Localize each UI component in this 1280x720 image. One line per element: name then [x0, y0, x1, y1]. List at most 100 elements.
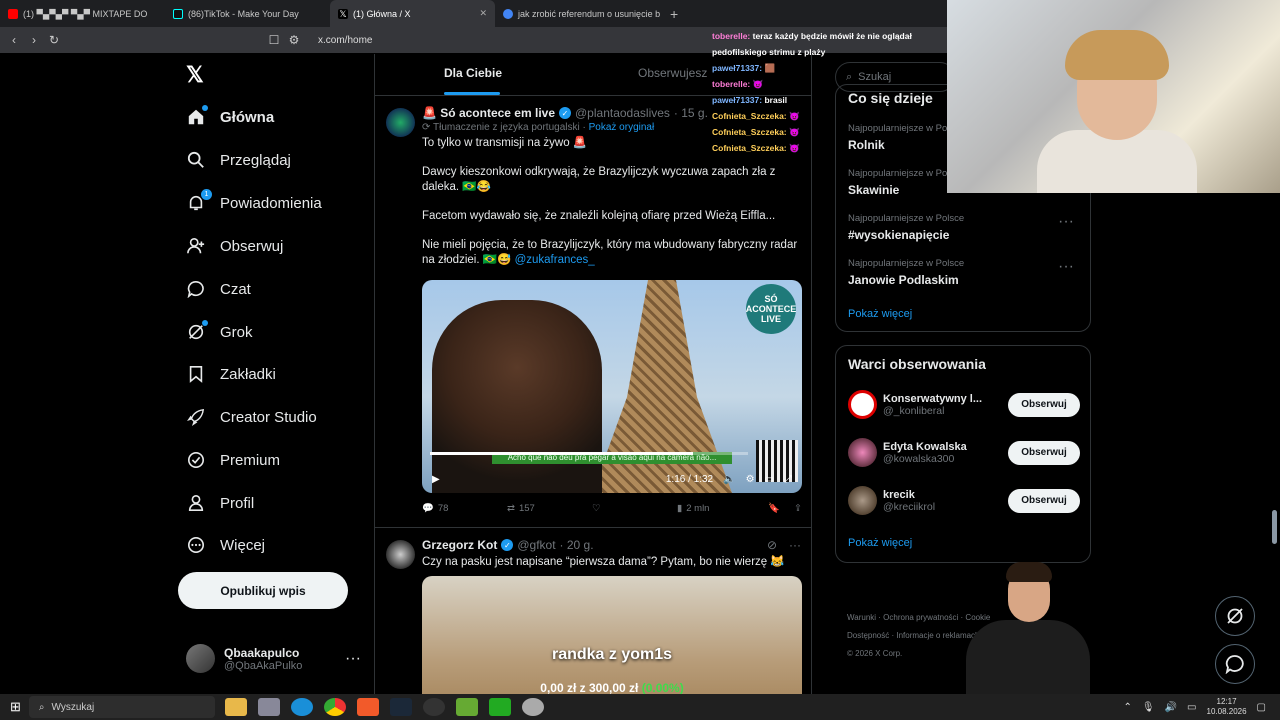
nav-follow[interactable]: Obserwuj — [186, 236, 283, 256]
video-progress[interactable] — [430, 452, 748, 455]
microphone-icon[interactable]: 🎙 — [1142, 702, 1155, 713]
trend-meta: Najpopularniejsze w Polsce — [848, 258, 965, 269]
browser-tab[interactable]: (86)TikTok - Make Your Day — [165, 0, 330, 27]
url-field[interactable]: x.com/home — [318, 35, 372, 46]
follow-button[interactable]: Obserwuj — [1008, 488, 1080, 513]
close-icon[interactable]: ✕ — [479, 8, 487, 19]
site-info-icon[interactable]: ⚙ — [284, 33, 304, 47]
chart-icon: ▮ — [677, 502, 683, 514]
share-icon[interactable]: ⇪ — [794, 503, 802, 514]
chevron-up-icon[interactable]: ⌃ — [1124, 702, 1132, 713]
post-time[interactable]: · 20 g. — [560, 538, 594, 552]
post[interactable]: Grzegorz Kot ✓ @gfkot · 20 g. ⊘ ··· Czy … — [375, 528, 811, 694]
account-switcher[interactable]: Qbaakapulco @QbaAkaPulko ··· — [186, 644, 361, 673]
price-goal: 300,00 zł — [588, 681, 639, 694]
author-name[interactable]: Grzegorz Kot — [422, 538, 497, 552]
taskbar-search[interactable]: ⌕ Wyszukaj — [28, 696, 215, 718]
forward-icon[interactable]: › — [24, 33, 44, 47]
tiktok-icon — [173, 8, 183, 19]
grok-icon[interactable]: ⊘ — [767, 538, 777, 552]
fullscreen-icon[interactable]: ⤢ — [784, 474, 792, 485]
app-icon[interactable] — [455, 698, 478, 716]
mention-link[interactable]: @zukafrances_ — [515, 254, 595, 266]
nav-home[interactable]: Główna — [186, 105, 274, 127]
back-icon[interactable]: ‹ — [4, 33, 24, 47]
volume-icon[interactable]: 🔈 — [723, 474, 735, 485]
steam-icon[interactable] — [389, 698, 412, 716]
footer-link[interactable]: Dostępność — [847, 631, 889, 640]
follow-button[interactable]: Obserwuj — [1008, 392, 1080, 417]
post-actions: 💬 78 ⇄ 157 ♡ ▮ 2 mln 🔖 ⇪ — [422, 493, 802, 523]
clock[interactable]: 12:17 10.08.2026 — [1207, 697, 1247, 717]
nav-label: Czat — [220, 280, 251, 298]
messages-float-button[interactable] — [1215, 644, 1255, 684]
file-explorer-icon[interactable] — [224, 698, 247, 716]
nav-grok[interactable]: Grok — [186, 320, 253, 342]
trend-item[interactable]: Najpopularniejsze w Polsce Janowie Podlas… — [848, 258, 1080, 287]
nav-bookmarks[interactable]: Zakładki — [186, 364, 276, 384]
chat-user: paweł71337: — [712, 63, 763, 73]
like-button[interactable]: ♡ — [592, 503, 677, 514]
reload-icon[interactable]: ↻ — [44, 33, 64, 47]
streamer-cutout — [962, 560, 1094, 694]
network-icon[interactable]: ▭ — [1187, 702, 1196, 713]
nav-explore[interactable]: Przeglądaj — [186, 150, 291, 170]
browser-tab[interactable]: jak zrobić referendum o usunięcie bu✕ — [495, 0, 660, 27]
views-button[interactable]: ▮ 2 mln — [677, 503, 762, 514]
show-original-link[interactable]: Pokaż oryginał — [589, 122, 655, 133]
browser-tab[interactable]: (1) ▀▄▀▄▀ ▀▄▀ MIXTAPE DO — [0, 0, 165, 27]
nav-profile[interactable]: Profil — [186, 493, 254, 513]
post-time[interactable]: · 15 g. — [674, 106, 708, 120]
repost-button[interactable]: ⇄ 157 — [507, 503, 592, 514]
pip-icon[interactable]: ▭ — [765, 474, 774, 485]
trend-item[interactable]: Najpopularniejsze w Polsce #wysokienapięc… — [848, 213, 1080, 242]
app-icon[interactable] — [488, 698, 511, 716]
bookmark-icon[interactable]: 🔖 — [768, 503, 780, 514]
post-image[interactable]: randka z yom1s 0,00 zł z 300,00 zł (0.00… — [422, 576, 802, 694]
author-name[interactable]: 🚨 Só acontece em live — [422, 106, 555, 120]
show-more-link[interactable]: Pokaż więcej — [848, 537, 912, 549]
author-handle[interactable]: @gfkot — [517, 538, 555, 552]
chrome-icon[interactable] — [323, 698, 346, 716]
footer-link[interactable]: Ochrona prywatności — [883, 613, 958, 622]
windows-start-icon[interactable]: ⊞ — [10, 699, 21, 715]
post[interactable]: 🚨 Só acontece em live ✓ @plantaodaslives… — [375, 96, 811, 528]
tab-following[interactable]: Obserwujesz — [638, 66, 707, 80]
more-icon[interactable]: ··· — [1058, 258, 1074, 276]
nav-creator-studio[interactable]: Creator Studio — [186, 407, 317, 427]
app-icon[interactable] — [521, 698, 544, 716]
post-button[interactable]: Opublikuj wpis — [178, 572, 348, 609]
show-more-link[interactable]: Pokaż więcej — [848, 308, 912, 320]
tab-for-you[interactable]: Dla Ciebie — [444, 66, 502, 80]
author-handle[interactable]: @plantaodaslives — [575, 106, 670, 120]
grok-float-button[interactable] — [1215, 596, 1255, 636]
obs-icon[interactable] — [422, 698, 445, 716]
follow-item[interactable]: Konserwatywny l... @_konliberal Obserwuj — [848, 390, 1080, 419]
nav-chat[interactable]: Czat — [186, 279, 251, 299]
more-icon[interactable]: ··· — [1058, 213, 1074, 231]
play-icon[interactable]: ▶ — [432, 474, 440, 485]
video-player[interactable]: SÓ ACONTECE LIVE Acho que não deu pra pe… — [422, 280, 802, 493]
brave-icon[interactable] — [356, 698, 379, 716]
follow-button[interactable]: Obserwuj — [1008, 440, 1080, 465]
follow-item[interactable]: krecik @kreciikrol Obserwuj — [848, 486, 1080, 515]
more-icon[interactable]: ··· — [345, 650, 361, 668]
bookmark-star-icon[interactable]: ☐ — [264, 33, 284, 47]
repost-icon: ⇄ — [507, 502, 515, 514]
settings-icon[interactable]: ⚙ — [746, 474, 755, 485]
reply-button[interactable]: 💬 78 — [422, 503, 507, 514]
footer-link[interactable]: Warunki — [847, 613, 876, 622]
nav-notifications[interactable]: 1 Powiadomienia — [186, 189, 322, 213]
nav-premium[interactable]: Premium — [186, 450, 280, 470]
scrollbar-thumb[interactable] — [1272, 510, 1277, 544]
follow-item[interactable]: Edyta Kowalska @kowalska300 Obserwuj — [848, 438, 1080, 467]
app-icon[interactable] — [257, 698, 280, 716]
speaker-icon[interactable]: 🔊 — [1165, 702, 1177, 713]
more-icon[interactable]: ··· — [789, 538, 801, 552]
nav-more[interactable]: Więcej — [186, 535, 265, 555]
edge-icon[interactable] — [290, 698, 313, 716]
notification-icon[interactable]: ▢ — [1257, 702, 1266, 713]
x-logo[interactable]: 𝕏 — [186, 62, 204, 88]
browser-tab-active[interactable]: 𝕏 (1) Główna / X ✕ — [330, 0, 495, 27]
new-tab-button[interactable]: + — [660, 6, 688, 22]
